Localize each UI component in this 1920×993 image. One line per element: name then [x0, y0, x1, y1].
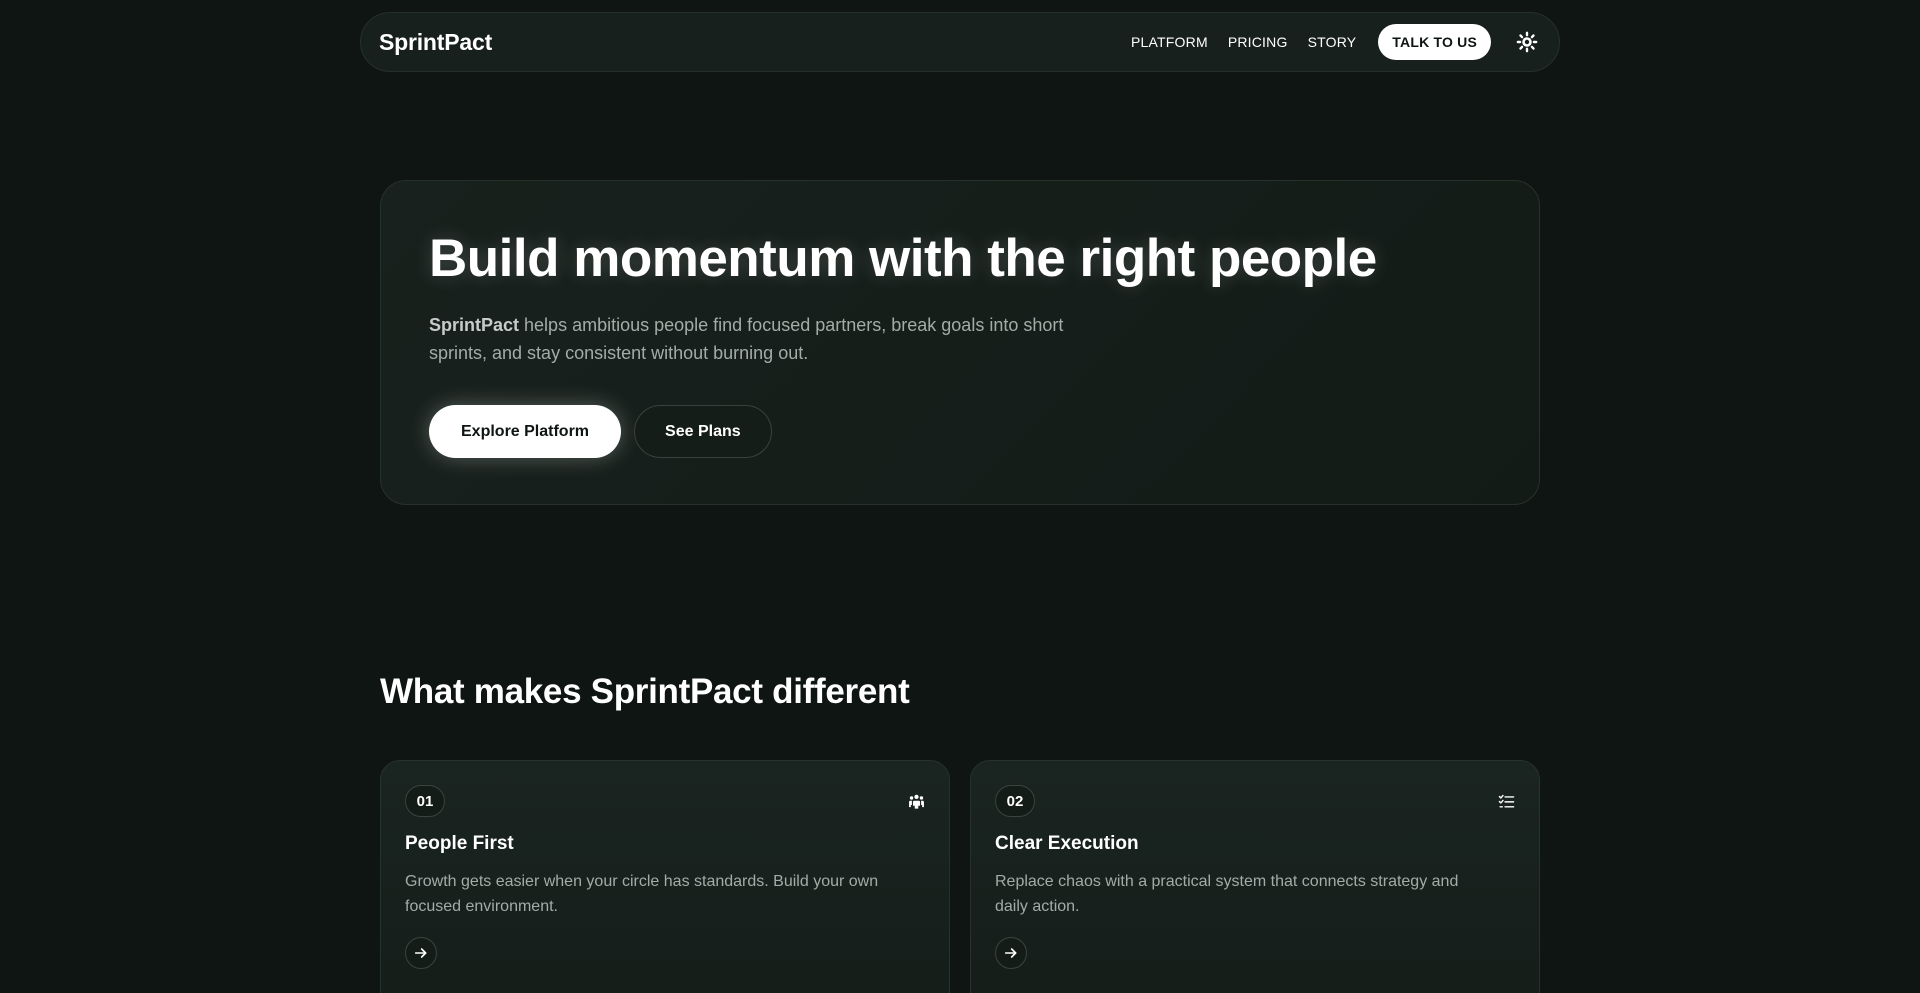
hero-description-text: helps ambitious people find focused part… [429, 315, 1064, 363]
feature-cards: 01 People First Growth gets easier when … [380, 760, 1540, 993]
checklist-icon [1497, 792, 1515, 810]
arrow-right-icon[interactable] [995, 937, 1027, 969]
nav-link-pricing[interactable]: PRICING [1228, 34, 1288, 50]
hero-actions: Explore Platform See Plans [429, 405, 1491, 458]
card-title: Clear Execution [995, 833, 1139, 854]
talk-to-us-button[interactable]: TALK TO US [1378, 24, 1491, 60]
nav-link-story[interactable]: STORY [1308, 34, 1357, 50]
card-description: Replace chaos with a practical system th… [995, 873, 1459, 915]
people-group-icon [907, 792, 925, 810]
card-header: 02 [995, 785, 1515, 817]
feature-card-clear-execution[interactable]: 02 Clear Execution Replace chaos with a … [970, 760, 1540, 993]
sun-icon[interactable] [1513, 28, 1541, 56]
features-title: What makes SprintPact different [380, 672, 910, 711]
card-number: 02 [995, 785, 1035, 817]
feature-card-people-first[interactable]: 01 People First Growth gets easier when … [380, 760, 950, 993]
card-description: Growth gets easier when your circle has … [405, 873, 879, 915]
see-plans-button[interactable]: See Plans [634, 405, 772, 458]
card-title: People First [405, 833, 514, 854]
hero-description: SprintPact helps ambitious people find f… [429, 311, 1069, 367]
nav-menu: PLATFORM PRICING STORY TALK TO US [1131, 24, 1541, 60]
top-navbar: SprintPact PLATFORM PRICING STORY TALK T… [360, 12, 1560, 72]
arrow-right-icon[interactable] [405, 937, 437, 969]
card-number: 01 [405, 785, 445, 817]
hero-card: Build momentum with the right people Spr… [380, 180, 1540, 505]
nav-link-platform[interactable]: PLATFORM [1131, 34, 1208, 50]
explore-platform-button[interactable]: Explore Platform [429, 405, 622, 458]
hero-description-brand: SprintPact [429, 315, 520, 335]
hero-title: Build momentum with the right people [429, 229, 1377, 288]
card-header: 01 [405, 785, 925, 817]
brand-logo[interactable]: SprintPact [379, 29, 492, 56]
